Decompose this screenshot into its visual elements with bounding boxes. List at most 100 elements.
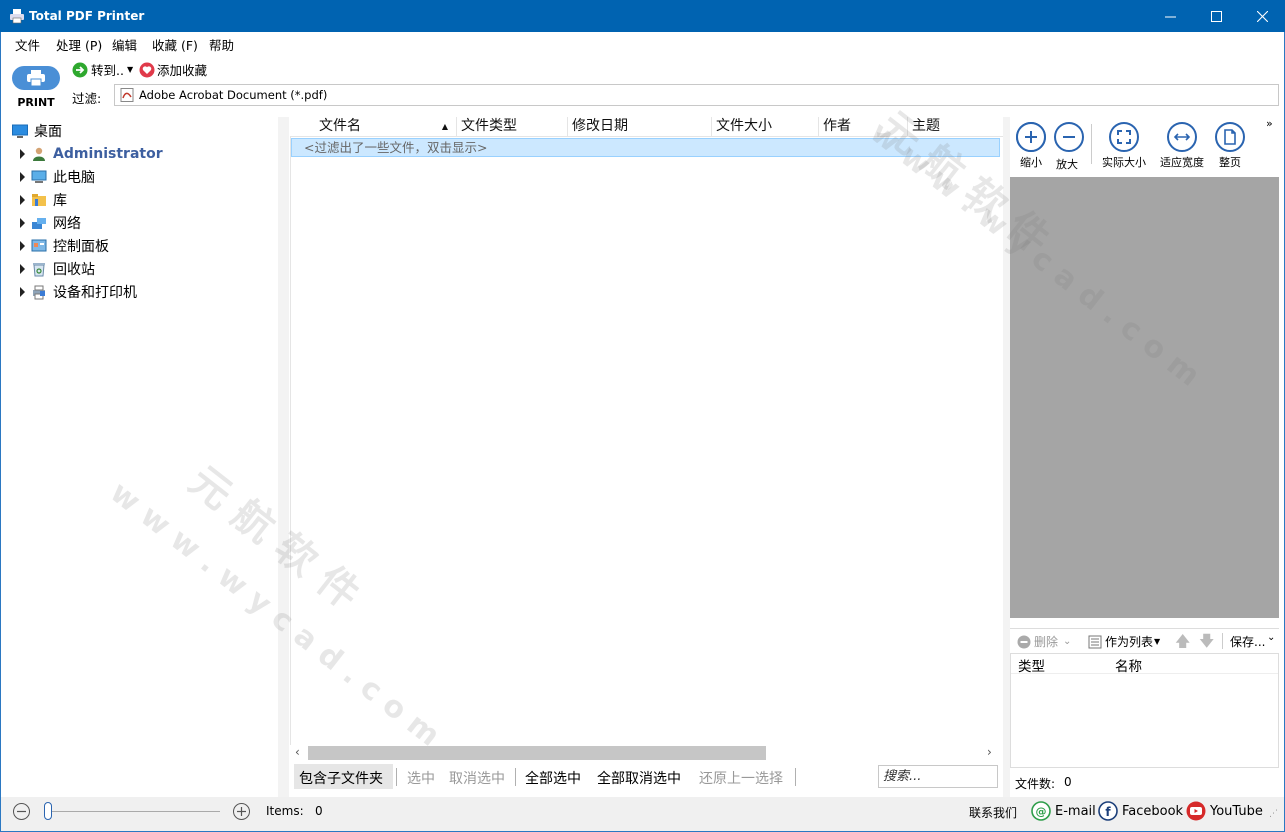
tree-item-recycle-bin[interactable]: 回收站 (20, 257, 95, 280)
tree-item-network[interactable]: 网络 (20, 211, 81, 234)
expand-arrow-icon (20, 195, 25, 205)
pdf-file-icon (120, 88, 134, 102)
menu-help[interactable]: 帮助 (209, 35, 234, 54)
fit-width-button[interactable]: 适应宽度 (1154, 122, 1210, 170)
menu-edit[interactable]: 编辑 (112, 35, 137, 54)
file-count-label: 文件数: (1015, 775, 1055, 792)
include-subfolders-button[interactable]: 包含子文件夹 (299, 768, 383, 788)
separator (515, 768, 516, 786)
svg-text:@: @ (1036, 805, 1047, 818)
full-page-button[interactable]: 整页 (1206, 122, 1254, 170)
properties-table: 类型 名称 (1010, 653, 1279, 768)
dropdown-arrow-icon: ▼ (127, 65, 133, 74)
more-chevron-icon[interactable]: » (1266, 117, 1273, 130)
goto-button[interactable]: 转到.. ▼ (72, 60, 133, 79)
restore-selection-button[interactable]: 还原上一选择 (699, 768, 783, 788)
filtered-files-row[interactable]: <过滤出了一些文件，双击显示> (291, 138, 1000, 157)
pdf-preview-area[interactable] (1010, 177, 1279, 618)
tree-item-label: 设备和打印机 (53, 282, 137, 302)
zoom-out-label: 缩小 (1020, 156, 1042, 169)
youtube-link[interactable]: YouTube (1186, 801, 1263, 821)
select-all-button[interactable]: 全部选中 (525, 768, 581, 788)
tree-item-label: 库 (53, 190, 67, 210)
resize-grip-icon[interactable]: ⋰ (1269, 809, 1278, 819)
column-header-size[interactable]: 文件大小 (712, 117, 819, 137)
right-splitter[interactable] (1003, 117, 1010, 797)
column-header-modified[interactable]: 修改日期 (568, 117, 712, 137)
file-list[interactable] (290, 117, 1003, 745)
deselect-button[interactable]: 取消选中 (449, 768, 505, 788)
email-link[interactable]: @ E-mail (1031, 801, 1096, 821)
maximize-icon (1211, 11, 1222, 22)
select-button[interactable]: 选中 (407, 768, 435, 788)
deselect-all-button[interactable]: 全部取消选中 (597, 768, 681, 788)
add-favorite-label: 添加收藏 (157, 60, 207, 79)
menu-favorites[interactable]: 收藏 (F) (152, 35, 198, 54)
column-label: 作者 (823, 118, 851, 134)
minimize-icon (1165, 11, 1176, 22)
facebook-link[interactable]: f Facebook (1098, 801, 1183, 821)
column-label: 文件大小 (716, 118, 772, 134)
tree-item-control-panel[interactable]: 控制面板 (20, 234, 109, 257)
separator (795, 768, 796, 786)
zoom-slider-track[interactable] (45, 811, 220, 812)
minus-circle-icon (1054, 122, 1084, 152)
separator (396, 768, 397, 786)
column-header-filename[interactable]: 文件名 ▲ (315, 117, 457, 137)
zoom-plus-icon[interactable] (233, 803, 250, 820)
zoom-minus-icon[interactable] (13, 803, 30, 820)
tree-item-administrator[interactable]: Administrator (20, 142, 163, 165)
save-button[interactable]: 保存... (1230, 633, 1265, 650)
sort-ascending-icon: ▲ (442, 117, 448, 136)
horizontal-scroll-thumb[interactable] (308, 746, 766, 760)
add-favorite-button[interactable]: 添加收藏 (139, 60, 207, 79)
zoom-slider-thumb[interactable] (44, 802, 52, 820)
scroll-right-icon[interactable]: › (987, 745, 992, 759)
scroll-left-icon[interactable]: ‹ (295, 745, 300, 759)
computer-icon (31, 169, 47, 185)
library-icon (31, 192, 47, 208)
tree-item-devices-printers[interactable]: 设备和打印机 (20, 280, 137, 303)
as-list-button[interactable]: 作为列表 ▼ (1088, 633, 1160, 650)
left-splitter[interactable] (278, 117, 289, 797)
goto-arrow-icon (72, 62, 88, 78)
recycle-bin-icon (31, 261, 47, 277)
maximize-button[interactable] (1193, 0, 1239, 32)
separator (1222, 633, 1223, 649)
control-panel-icon (31, 238, 47, 254)
column-label: 文件名 (319, 118, 361, 134)
delete-button[interactable]: 删除 ⌄ (1017, 633, 1071, 650)
minimize-button[interactable] (1147, 0, 1193, 32)
zoom-in-label[interactable]: 放大 (1056, 156, 1078, 172)
tree-item-label: 控制面板 (53, 236, 109, 256)
expand-arrow-icon (20, 172, 25, 182)
window-title: Total PDF Printer (29, 9, 144, 23)
expand-arrow-icon (20, 149, 25, 159)
separator (1091, 124, 1092, 164)
close-button[interactable] (1239, 0, 1285, 32)
email-label: E-mail (1055, 804, 1096, 819)
actual-size-button[interactable]: 实际大小 (1096, 122, 1152, 170)
column-header-name[interactable]: 名称 (1115, 655, 1142, 675)
tree-item-library[interactable]: 库 (20, 188, 67, 211)
print-button[interactable]: PRINT (10, 66, 62, 112)
chevron-down-icon[interactable]: ⌄ (1267, 632, 1275, 643)
column-header-subject[interactable]: 主题 (908, 117, 1003, 137)
tree-item-desktop[interactable]: 桌面 (12, 119, 62, 142)
tree-item-this-pc[interactable]: 此电脑 (20, 165, 95, 188)
column-header-author[interactable]: 作者 (819, 117, 908, 137)
expand-arrow-icon (20, 264, 25, 274)
search-input[interactable]: 搜索... (878, 765, 998, 788)
menu-process[interactable]: 处理 (P) (56, 35, 102, 54)
column-label: 文件类型 (461, 118, 517, 134)
email-icon: @ (1031, 801, 1051, 821)
items-value: 0 (315, 804, 323, 818)
contact-us-label: 联系我们 (969, 804, 1017, 821)
column-header-filetype[interactable]: 文件类型 (457, 117, 568, 137)
menu-file[interactable]: 文件 (15, 35, 40, 54)
filter-label: 过滤: (72, 88, 101, 107)
items-label: Items: (266, 804, 304, 818)
filter-select[interactable]: Adobe Acrobat Document (*.pdf) (114, 84, 1279, 106)
column-header-type[interactable]: 类型 (1018, 655, 1045, 675)
youtube-icon (1186, 801, 1206, 821)
